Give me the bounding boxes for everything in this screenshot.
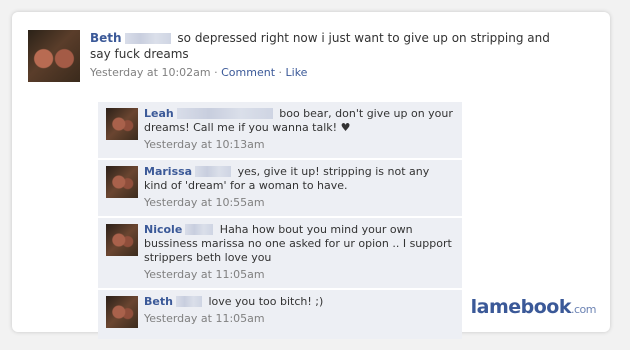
comment-item: Marissa yes, give it up! stripping is no… bbox=[98, 160, 462, 216]
redacted-surname bbox=[176, 108, 273, 119]
comment-text: love you too bitch! ;) bbox=[208, 295, 324, 308]
comment-author[interactable]: Nicole bbox=[144, 223, 182, 236]
post-body: Beth so depressed right now i just want … bbox=[90, 30, 570, 81]
comment-item: Nicole Haha how bout you mind your own b… bbox=[98, 218, 462, 288]
post-timestamp: Yesterday at 10:02am bbox=[90, 66, 211, 79]
post-card: Beth so depressed right now i just want … bbox=[12, 12, 610, 339]
avatar[interactable] bbox=[106, 224, 138, 256]
avatar[interactable] bbox=[106, 108, 138, 140]
logo-name: lamebook bbox=[470, 296, 572, 318]
redacted-surname bbox=[175, 296, 202, 307]
meta-separator: · bbox=[278, 66, 283, 79]
author-name[interactable]: Beth bbox=[90, 31, 122, 45]
redacted-surname bbox=[195, 166, 232, 177]
redacted-surname bbox=[124, 33, 171, 44]
comment-item: Leah boo bear, don't give up on your dre… bbox=[98, 102, 462, 158]
comment-timestamp: Yesterday at 11:05am bbox=[144, 312, 265, 325]
redacted-surname bbox=[185, 224, 214, 235]
avatar[interactable] bbox=[28, 30, 80, 82]
avatar[interactable] bbox=[106, 296, 138, 328]
meta-separator: · bbox=[214, 66, 218, 79]
comment-timestamp: Yesterday at 10:55am bbox=[144, 196, 265, 209]
comment-author[interactable]: Beth bbox=[144, 295, 173, 308]
comment-author[interactable]: Marissa bbox=[144, 165, 192, 178]
lamebook-logo: lamebook.com bbox=[470, 296, 597, 318]
comment-author[interactable]: Leah bbox=[144, 107, 174, 120]
comment-timestamp: Yesterday at 11:05am bbox=[144, 268, 265, 281]
comment-list: Leah boo bear, don't give up on your dre… bbox=[98, 102, 462, 341]
post-meta: Yesterday at 10:02am · Comment · Like bbox=[90, 65, 570, 81]
comment-timestamp: Yesterday at 10:13am bbox=[144, 138, 265, 151]
comment-link[interactable]: Comment bbox=[221, 66, 275, 79]
like-link[interactable]: Like bbox=[286, 66, 308, 79]
avatar[interactable] bbox=[106, 166, 138, 198]
logo-tld: .com bbox=[571, 303, 597, 316]
comment-item: Beth love you too bitch! ;) Yesterday at… bbox=[98, 290, 462, 339]
